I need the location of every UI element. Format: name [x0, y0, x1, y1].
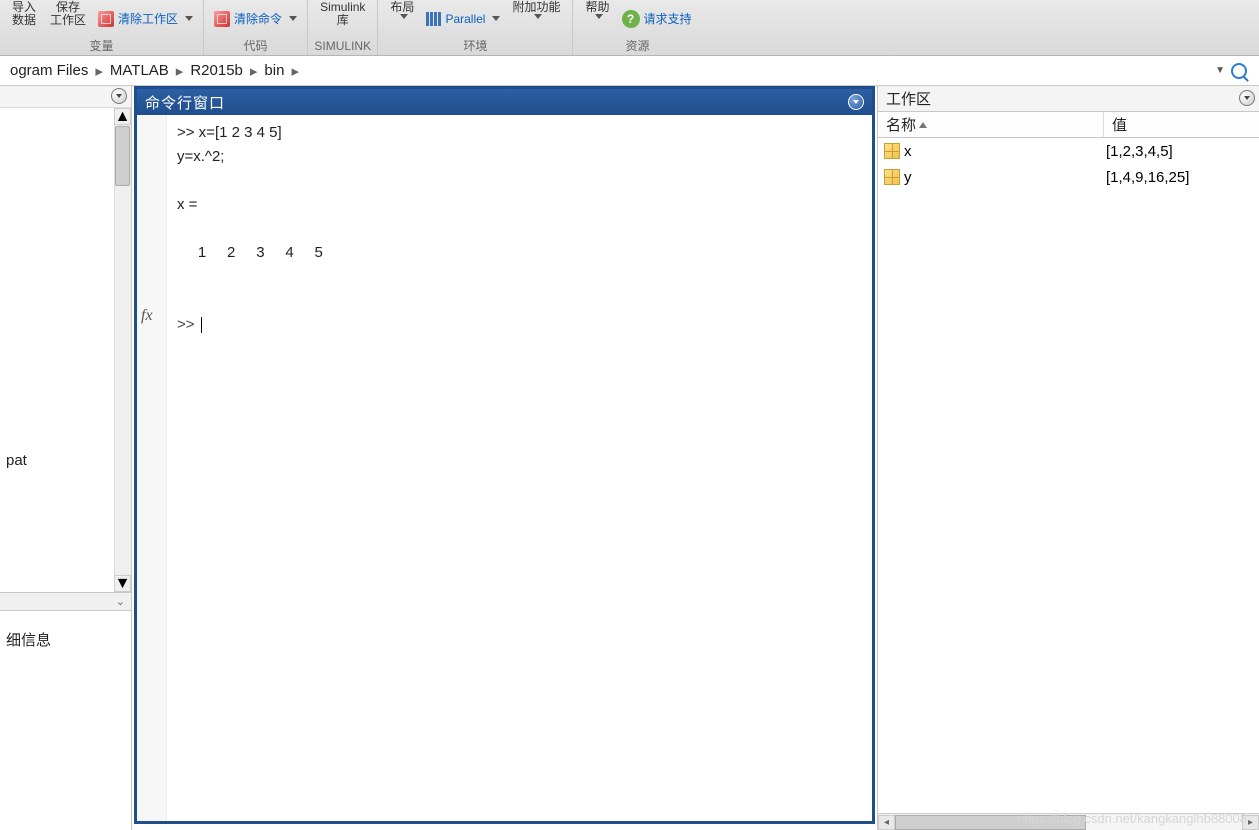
command-window-body[interactable]: fx >> x=[1 2 3 4 5] y=x.^2; x = 1 2 3 4 …	[137, 115, 872, 821]
work-area: pat ▲ ▼ ⌄ 细信息 命令行窗口 fx >> x=[1 2 3 4 5] …	[0, 86, 1259, 830]
command-window-title: 命令行窗口	[137, 89, 872, 115]
fx-icon[interactable]: fx	[141, 307, 153, 325]
file-item[interactable]: pat	[0, 448, 131, 473]
ribbon-group-resources: 帮助 ? 请求支持 资源	[573, 0, 701, 55]
import-data-button[interactable]: 导入 数据	[6, 1, 42, 37]
panel-menu-button[interactable]	[1239, 90, 1255, 106]
workspace-header-row: 名称 值	[878, 112, 1259, 138]
panel-menu-button[interactable]	[111, 88, 127, 104]
simulink-library-button[interactable]: Simulink 库	[314, 1, 371, 37]
clear-icon	[98, 11, 114, 27]
workspace-row[interactable]: x [1,2,3,4,5]	[878, 138, 1259, 164]
parallel-icon	[426, 12, 441, 26]
details-label: 细信息	[6, 629, 125, 650]
panel-menu-button[interactable]	[848, 94, 864, 110]
breadcrumb-item[interactable]: ogram Files	[6, 62, 92, 79]
variable-icon	[884, 143, 900, 159]
file-list[interactable]: pat ▲ ▼	[0, 108, 131, 592]
layout-button[interactable]: 布局	[384, 1, 420, 37]
text-cursor	[201, 317, 202, 333]
clear-icon	[214, 11, 230, 27]
workspace-variables[interactable]: x [1,2,3,4,5] y [1,4,9,16,25]	[878, 138, 1259, 813]
details-panel: 细信息	[0, 610, 131, 830]
ribbon-group-label: 代码	[210, 37, 301, 55]
workspace-title: 工作区	[878, 86, 1259, 112]
scroll-thumb[interactable]	[895, 815, 1086, 830]
scroll-down-icon[interactable]: ▼	[114, 575, 131, 592]
scroll-left-icon[interactable]: ◂	[878, 815, 895, 830]
chevron-down-icon	[289, 16, 297, 21]
chevron-down-icon	[492, 16, 500, 21]
workspace-col-value[interactable]: 值	[1104, 112, 1259, 137]
command-window-panel: 命令行窗口 fx >> x=[1 2 3 4 5] y=x.^2; x = 1 …	[134, 86, 875, 824]
search-icon[interactable]	[1231, 63, 1247, 79]
workspace-panel: 工作区 名称 值 x [1,2,3,4,5] y [1,4,9,16,25] ◂	[877, 86, 1259, 830]
sort-asc-icon	[919, 122, 927, 128]
ribbon-group-label: SIMULINK	[314, 37, 371, 55]
parallel-button[interactable]: Parallel	[422, 8, 504, 30]
command-output[interactable]: >> x=[1 2 3 4 5] y=x.^2; x = 1 2 3 4 5 >…	[167, 115, 872, 821]
scroll-up-icon[interactable]: ▲	[114, 108, 131, 125]
ribbon-group-environment: 布局 Parallel 附加功能 环境	[378, 0, 573, 55]
support-icon: ?	[622, 10, 640, 28]
workspace-row[interactable]: y [1,4,9,16,25]	[878, 164, 1259, 190]
ribbon-group-code: 清除命令 代码	[204, 0, 308, 55]
save-workspace-button[interactable]: 保存 工作区	[44, 1, 92, 37]
request-support-button[interactable]: ? 请求支持	[618, 8, 696, 30]
scrollbar-horizontal[interactable]: ◂ ▸	[878, 813, 1259, 830]
addons-button[interactable]: 附加功能	[506, 1, 566, 37]
ribbon-toolbar: 导入 数据 保存 工作区 清除工作区 变量 清除命令 代码	[0, 0, 1259, 56]
scrollbar-vertical[interactable]: ▲ ▼	[114, 108, 131, 592]
scroll-thumb[interactable]	[115, 126, 130, 186]
variable-icon	[884, 169, 900, 185]
chevron-down-icon	[534, 14, 542, 19]
panel-collapse[interactable]: ⌄	[0, 592, 131, 610]
breadcrumb: ogram Files▸ MATLAB▸ R2015b▸ bin▸ ▼	[0, 56, 1259, 86]
ribbon-group-label: 资源	[579, 37, 695, 55]
chevron-down-icon	[185, 16, 193, 21]
current-folder-panel: pat ▲ ▼ ⌄ 细信息	[0, 86, 132, 830]
scroll-right-icon[interactable]: ▸	[1242, 815, 1259, 830]
ribbon-group-variable: 导入 数据 保存 工作区 清除工作区 变量	[0, 0, 204, 55]
ribbon-group-simulink: Simulink 库 SIMULINK	[308, 0, 378, 55]
workspace-col-name[interactable]: 名称	[878, 112, 1104, 137]
breadcrumb-item[interactable]: bin	[260, 62, 288, 79]
chevron-down-icon	[400, 14, 408, 19]
chevron-down-icon	[595, 14, 603, 19]
ribbon-group-label: 变量	[6, 37, 197, 55]
clear-workspace-button[interactable]: 清除工作区	[94, 8, 197, 30]
command-gutter: fx	[137, 115, 167, 821]
ribbon-group-label: 环境	[384, 37, 566, 55]
breadcrumb-item[interactable]: R2015b	[186, 62, 247, 79]
help-button[interactable]: 帮助	[579, 1, 615, 37]
breadcrumb-item[interactable]: MATLAB	[106, 62, 173, 79]
clear-commands-button[interactable]: 清除命令	[210, 8, 301, 30]
current-folder-header	[0, 86, 131, 108]
